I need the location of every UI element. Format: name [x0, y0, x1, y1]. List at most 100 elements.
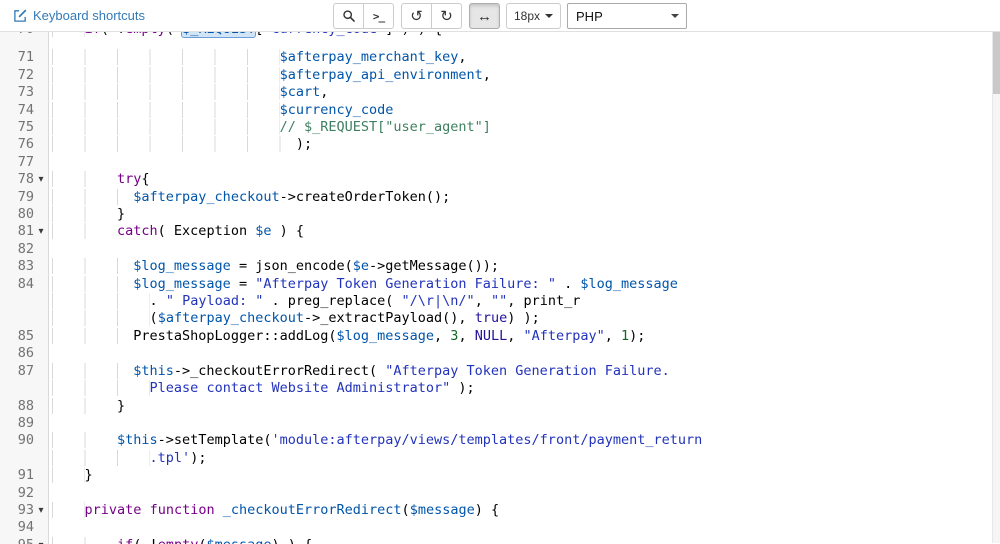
fold-gutter-spacer — [34, 84, 48, 101]
scrollbar-thumb[interactable] — [993, 32, 1000, 94]
terminal-icon: >_ — [373, 10, 384, 23]
code-line[interactable]: 85 PrestaShopLogger::addLog($log_message… — [0, 328, 1000, 345]
line-number: 75 — [0, 119, 34, 136]
line-number: 94 — [0, 519, 34, 536]
editor-controls: >_ ↺ ↻ ↔ 18px PHP — [333, 3, 687, 29]
fold-gutter-spacer — [34, 276, 48, 293]
line-number: 95 — [0, 537, 34, 544]
code-line[interactable]: 95▾ if( !empty($message) ) { — [0, 537, 1000, 544]
code-line[interactable]: 79 $afterpay_checkout->createOrderToken(… — [0, 189, 1000, 206]
fold-gutter-spacer — [34, 467, 48, 484]
code-line[interactable]: 81▾ catch( Exception $e ) { — [0, 223, 1000, 240]
code-line[interactable]: .tpl'); — [0, 450, 1000, 467]
gutter: 93▾ — [0, 502, 49, 519]
fold-gutter-spacer — [34, 345, 48, 362]
language-select[interactable]: PHP — [567, 3, 687, 29]
gutter: 94 — [0, 519, 49, 536]
code-line[interactable]: 78▾ try{ — [0, 171, 1000, 188]
code-line[interactable]: 89 — [0, 415, 1000, 432]
code-lines: 70 if( !empty( $_REQUEST["currency_code"… — [0, 32, 1000, 544]
fold-gutter-spacer — [34, 415, 48, 432]
gutter — [0, 310, 49, 327]
fold-marker[interactable]: ▾ — [34, 171, 48, 188]
line-number: 93 — [0, 502, 34, 519]
fold-gutter-spacer — [34, 189, 48, 206]
gutter: 76 — [0, 136, 49, 153]
fold-gutter-spacer — [34, 206, 48, 223]
gutter: 81▾ — [0, 223, 49, 240]
font-size-value: 18px — [514, 9, 540, 23]
code-line[interactable]: 92 — [0, 485, 1000, 502]
code-line[interactable]: Please contact Website Administrator" ); — [0, 380, 1000, 397]
fold-gutter-spacer — [34, 241, 48, 258]
code-line[interactable]: 93▾ private function _checkoutErrorRedir… — [0, 502, 1000, 519]
keyboard-shortcuts-link[interactable]: Keyboard shortcuts — [13, 8, 145, 23]
code-line[interactable]: 74 $currency_code — [0, 102, 1000, 119]
caret-down-icon — [545, 14, 553, 18]
fold-marker[interactable]: ▾ — [34, 223, 48, 240]
line-number: 90 — [0, 432, 34, 449]
gutter: 86 — [0, 345, 49, 362]
keyboard-shortcuts-label: Keyboard shortcuts — [33, 8, 145, 23]
code-line[interactable]: 88 } — [0, 398, 1000, 415]
line-number: 92 — [0, 485, 34, 502]
code-line[interactable]: 75 // $_REQUEST["user_agent"] — [0, 119, 1000, 136]
code-line[interactable]: 83 $log_message = json_encode($e->getMes… — [0, 258, 1000, 275]
code-line[interactable]: 84 $log_message = "Afterpay Token Genera… — [0, 276, 1000, 293]
code-line[interactable]: 70 if( !empty( $_REQUEST["currency_code"… — [0, 32, 1000, 49]
search-button[interactable] — [333, 3, 364, 29]
code-line[interactable]: 73 $cart, — [0, 84, 1000, 101]
fold-gutter-spacer — [34, 398, 48, 415]
code-line[interactable]: . " Payload: " . preg_replace( "/\r|\n/"… — [0, 293, 1000, 310]
redo-icon: ↻ — [440, 9, 453, 24]
undo-button[interactable]: ↺ — [401, 3, 432, 29]
code-editor[interactable]: 70 if( !empty( $_REQUEST["currency_code"… — [0, 32, 1000, 543]
fold-gutter-spacer — [34, 328, 48, 345]
code-line[interactable]: 77 — [0, 154, 1000, 171]
line-number: 84 — [0, 276, 34, 293]
code-line[interactable]: 82 — [0, 241, 1000, 258]
line-number: 87 — [0, 363, 34, 380]
gutter: 89 — [0, 415, 49, 432]
line-number: 74 — [0, 102, 34, 119]
code-line[interactable]: 71 $afterpay_merchant_key, — [0, 49, 1000, 66]
gutter: 95▾ — [0, 537, 49, 544]
code-line[interactable]: 80 } — [0, 206, 1000, 223]
fold-gutter-spacer — [34, 519, 48, 536]
line-number: 72 — [0, 67, 34, 84]
gutter: 80 — [0, 206, 49, 223]
gutter — [0, 293, 49, 310]
gutter: 88 — [0, 398, 49, 415]
line-number: 71 — [0, 49, 34, 66]
vertical-scrollbar[interactable] — [992, 32, 1000, 543]
code-line[interactable]: 94 — [0, 519, 1000, 536]
line-number: 79 — [0, 189, 34, 206]
fold-marker[interactable]: ▾ — [34, 537, 48, 544]
code-line[interactable]: 87 $this->_checkoutErrorRedirect( "After… — [0, 363, 1000, 380]
gutter — [0, 380, 49, 397]
font-size-dropdown[interactable]: 18px — [506, 3, 561, 29]
fold-gutter-spacer — [34, 258, 48, 275]
toggle-wide-button[interactable]: ↔ — [469, 3, 500, 29]
line-number: 78 — [0, 171, 34, 188]
toolbar: Keyboard shortcuts >_ ↺ ↻ — [0, 0, 1000, 32]
gutter — [0, 450, 49, 467]
gutter: 85 — [0, 328, 49, 345]
gutter: 72 — [0, 67, 49, 84]
code-line[interactable]: 86 — [0, 345, 1000, 362]
code-line[interactable]: 91 } — [0, 467, 1000, 484]
line-number: 77 — [0, 154, 34, 171]
redo-button[interactable]: ↻ — [431, 3, 462, 29]
code-line[interactable]: 76 ); — [0, 136, 1000, 153]
fold-marker[interactable]: ▾ — [34, 502, 48, 519]
code-line[interactable]: ($afterpay_checkout->_extractPayload(), … — [0, 310, 1000, 327]
code-line[interactable]: 72 $afterpay_api_environment, — [0, 67, 1000, 84]
line-number: 81 — [0, 223, 34, 240]
line-number: 83 — [0, 258, 34, 275]
gutter: 71 — [0, 49, 49, 66]
console-button[interactable]: >_ — [363, 3, 394, 29]
undo-icon: ↺ — [410, 9, 423, 24]
code-line[interactable]: 90 $this->setTemplate('module:afterpay/v… — [0, 432, 1000, 449]
fold-gutter-spacer — [34, 363, 48, 380]
select-arrow-icon — [671, 14, 679, 18]
